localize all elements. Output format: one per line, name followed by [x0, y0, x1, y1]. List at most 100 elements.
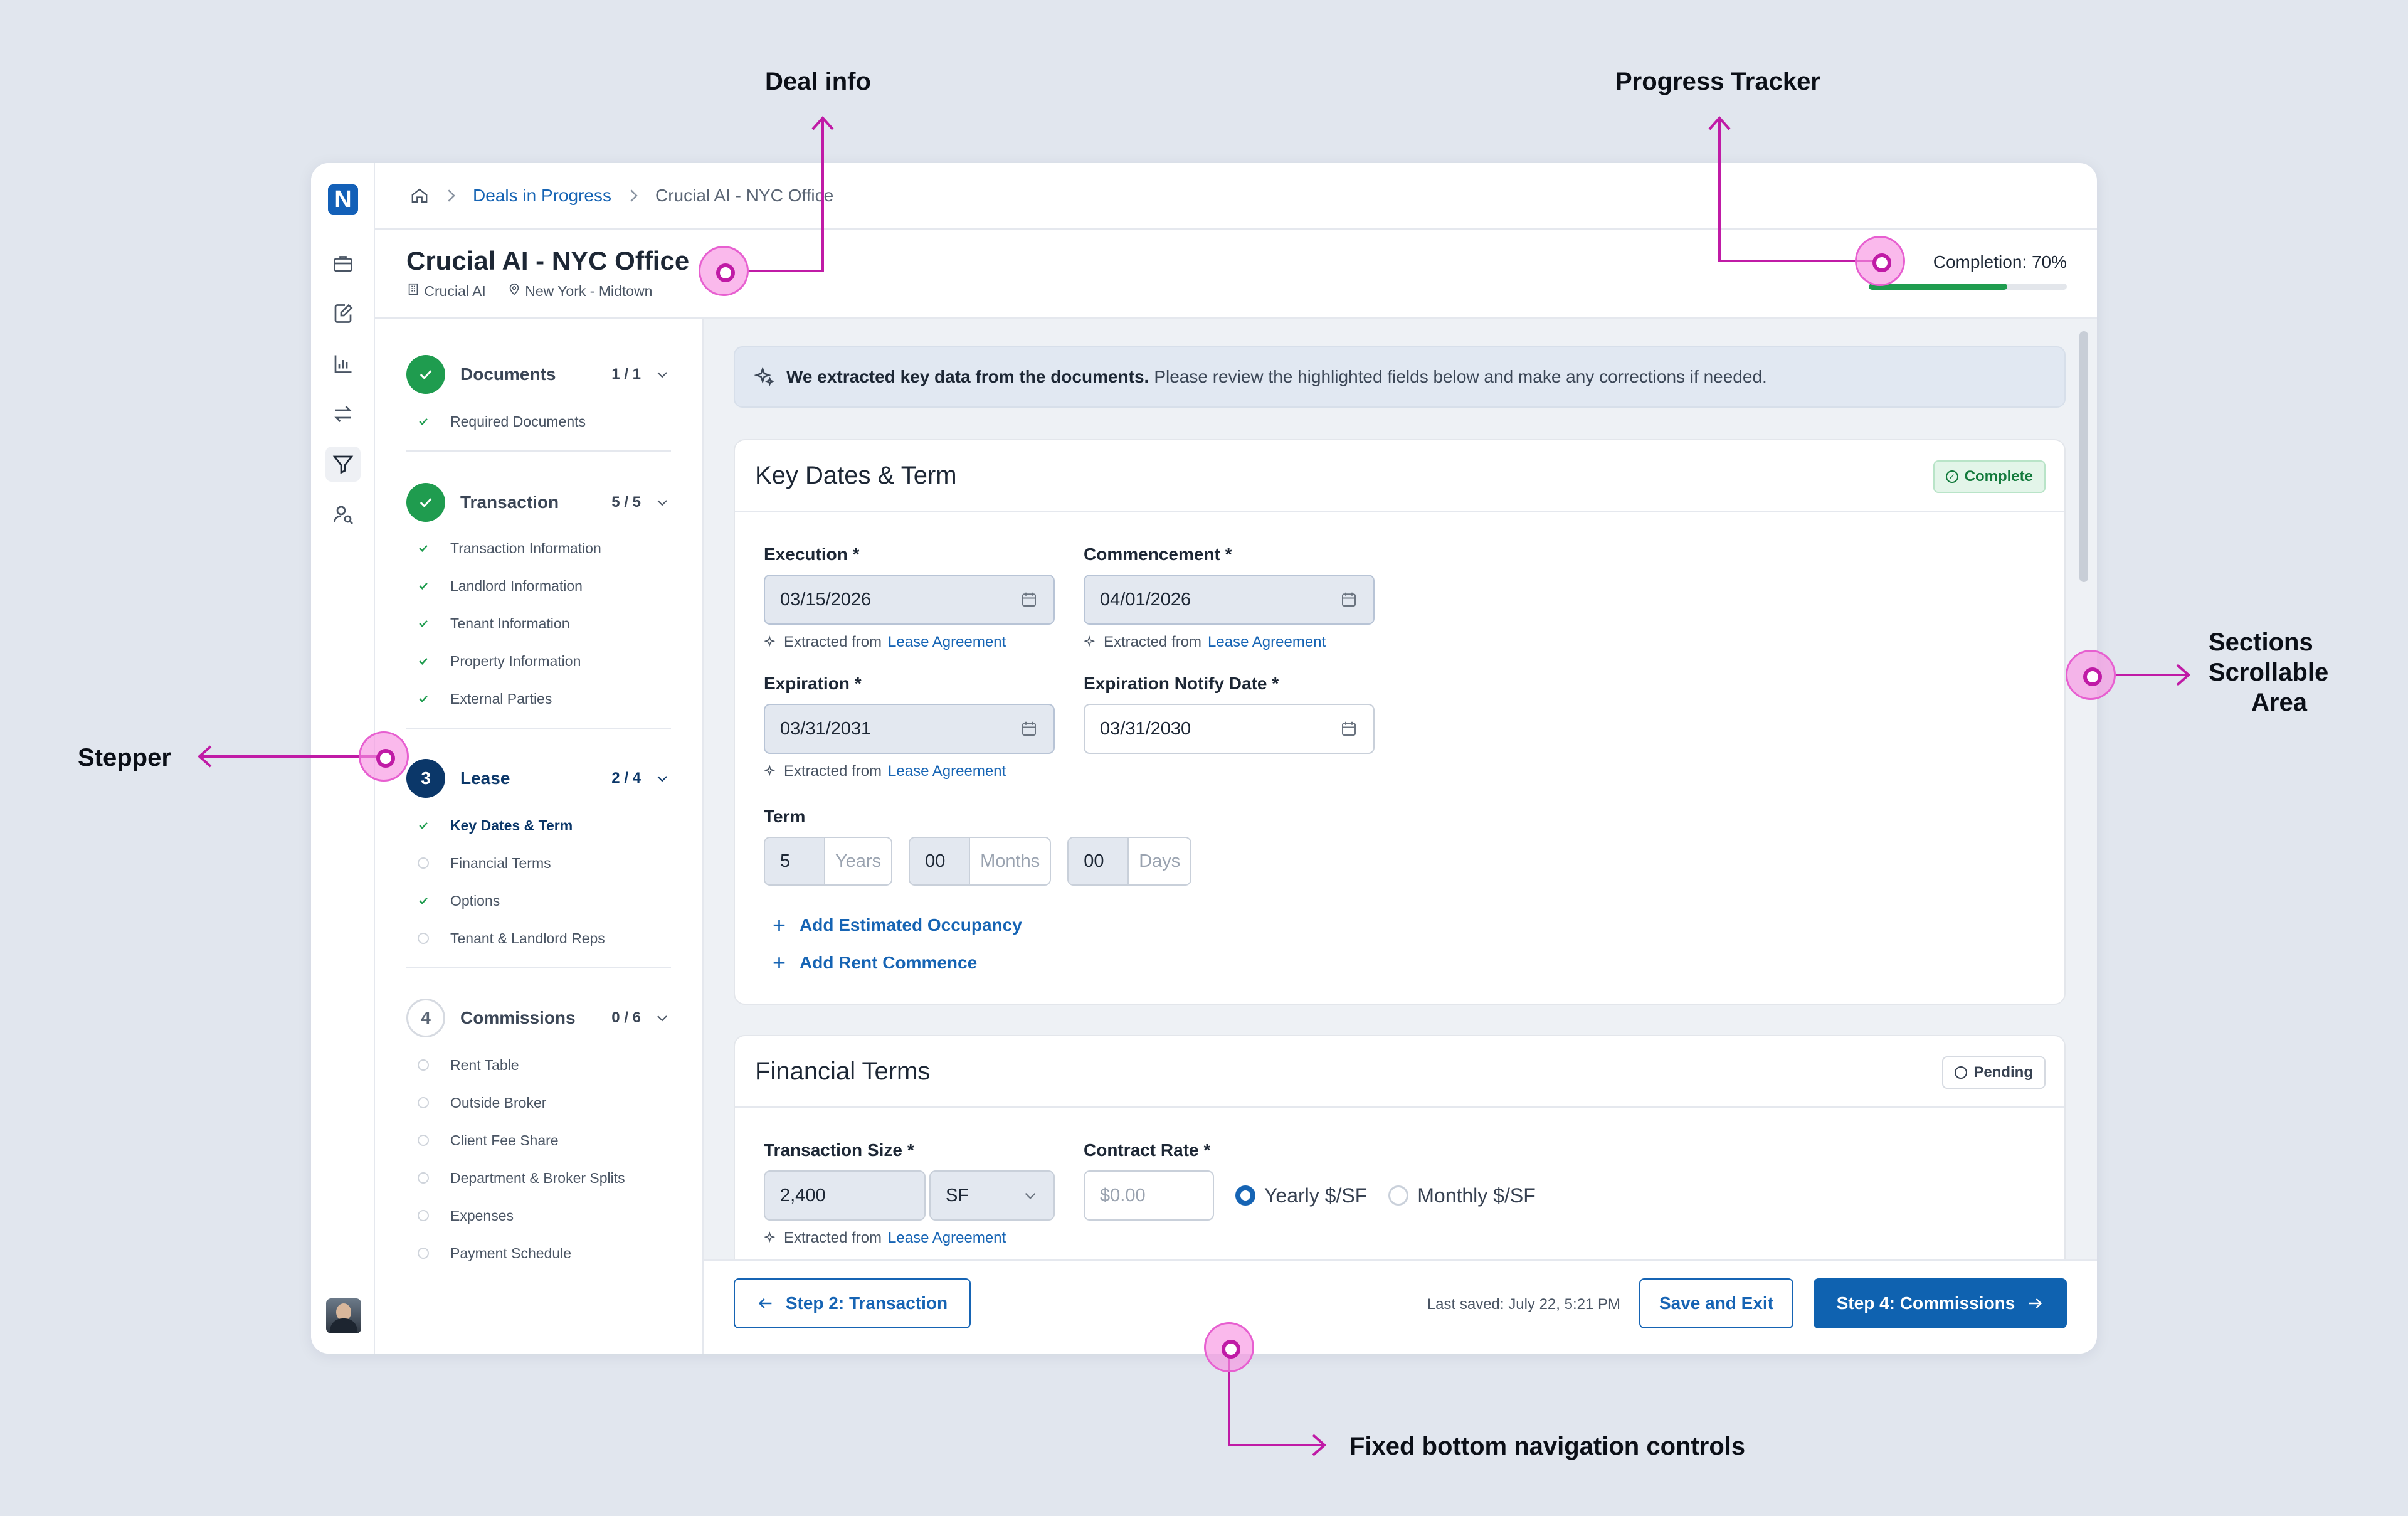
divider [406, 728, 671, 729]
expiration-notify-date-input[interactable]: 03/31/2030 [1084, 704, 1375, 754]
annotation-deal-info: Deal info [765, 68, 871, 95]
divider [406, 967, 671, 968]
term-value: 00 [1069, 838, 1129, 884]
transaction-size-input[interactable]: 2,400 [764, 1170, 926, 1221]
step-transaction[interactable]: Transaction 5 / 5 [406, 482, 670, 523]
app-logo[interactable]: N [328, 184, 358, 215]
size-unit-select[interactable]: SF [929, 1170, 1055, 1221]
completion-progress-bar [1869, 284, 2067, 290]
input-value: 03/31/2030 [1100, 718, 1191, 739]
substep-rent-table[interactable]: Rent Table [416, 1052, 519, 1078]
term-days-input[interactable]: 00 Days [1067, 837, 1192, 886]
add-estimated-occupancy-button[interactable]: + Add Estimated Occupancy [773, 912, 1022, 938]
select-value: SF [946, 1185, 969, 1206]
chevron-down-icon[interactable] [655, 367, 670, 382]
commencement-date-input[interactable]: 04/01/2026 [1084, 575, 1375, 625]
back-step-button[interactable]: Step 2: Transaction [734, 1278, 971, 1328]
bar-chart-icon[interactable] [325, 346, 361, 381]
empty-circle-icon [416, 1171, 430, 1185]
annotation-sections-line3: Area [2251, 689, 2307, 716]
step-title: Transaction [460, 492, 559, 512]
save-and-exit-button[interactable]: Save and Exit [1639, 1278, 1793, 1328]
substep-external-parties[interactable]: External Parties [416, 686, 552, 711]
extracted-source-link[interactable]: Lease Agreement [888, 633, 1006, 651]
sections-scroll-area[interactable]: We extracted key data from the documents… [704, 319, 2097, 1259]
input-placeholder: $0.00 [1100, 1185, 1146, 1206]
check-circle-icon [406, 483, 445, 522]
substep-payment-schedule[interactable]: Payment Schedule [416, 1241, 571, 1266]
execution-field: Execution * 03/15/2026 Extracted from Le… [764, 544, 1055, 651]
radio-yearly[interactable]: Yearly $/SF [1235, 1184, 1367, 1207]
step-lease[interactable]: 3 Lease 2 / 4 [406, 758, 670, 799]
filter-icon[interactable] [325, 447, 361, 482]
status-badge: Pending [1942, 1056, 2046, 1089]
substep-outside-broker[interactable]: Outside Broker [416, 1090, 546, 1115]
substep-financial-terms[interactable]: Financial Terms [416, 851, 551, 876]
execution-date-input[interactable]: 03/15/2026 [764, 575, 1055, 625]
avatar[interactable] [326, 1298, 361, 1333]
substep-label: Property Information [450, 652, 581, 669]
substep-client-fee-share[interactable]: Client Fee Share [416, 1128, 559, 1153]
empty-circle-icon [416, 1246, 430, 1260]
briefcase-icon[interactable] [325, 246, 361, 281]
chevron-down-icon[interactable] [655, 771, 670, 786]
next-step-button[interactable]: Step 4: Commissions [1814, 1278, 2067, 1328]
chevron-down-icon[interactable] [655, 495, 670, 510]
contract-rate-row: $0.00 Yearly $/SF Monthly $/SF [1084, 1170, 1560, 1221]
radio-monthly[interactable]: Monthly $/SF [1388, 1184, 1536, 1207]
extracted-source-link[interactable]: Lease Agreement [888, 763, 1006, 780]
deal-header: Crucial AI - NYC Office Crucial AI New Y… [375, 230, 2097, 319]
add-rent-commence-button[interactable]: + Add Rent Commence [773, 950, 977, 976]
expiration-notify-field: Expiration Notify Date * 03/31/2030 [1084, 674, 1375, 754]
step-documents[interactable]: Documents 1 / 1 [406, 354, 670, 395]
card-title: Financial Terms [755, 1057, 931, 1085]
substep-tenant-information[interactable]: Tenant Information [416, 611, 570, 636]
step-title: Lease [460, 768, 510, 788]
deal-location: New York - Midtown [507, 282, 653, 300]
extracted-note: Extracted from Lease Agreement [764, 633, 1055, 651]
term-months-input[interactable]: 00 Months [909, 837, 1052, 886]
check-circle-icon [406, 355, 445, 394]
substep-tenant-landlord-reps[interactable]: Tenant & Landlord Reps [416, 926, 605, 951]
substep-transaction-information[interactable]: Transaction Information [416, 536, 601, 561]
empty-circle-icon [416, 1209, 430, 1222]
substep-key-dates-term[interactable]: Key Dates & Term [416, 813, 573, 838]
edit-document-icon[interactable] [325, 296, 361, 331]
radio-label: Monthly $/SF [1417, 1184, 1536, 1207]
empty-circle-icon [416, 1058, 430, 1072]
breadcrumb-deals-in-progress[interactable]: Deals in Progress [473, 186, 611, 206]
deal-title: Crucial AI - NYC Office [406, 246, 690, 275]
calendar-icon[interactable] [1339, 719, 1358, 738]
home-icon[interactable] [410, 186, 429, 205]
plus-icon: + [773, 950, 786, 975]
contract-rate-input[interactable]: $0.00 [1084, 1170, 1214, 1221]
extracted-source-link[interactable]: Lease Agreement [888, 1229, 1006, 1247]
extracted-source-link[interactable]: Lease Agreement [1208, 633, 1326, 651]
substep-label: Landlord Information [450, 577, 583, 594]
substep-options[interactable]: Options [416, 888, 500, 913]
extracted-note: Extracted from Lease Agreement [764, 1229, 1055, 1247]
step-commissions[interactable]: 4 Commissions 0 / 6 [406, 997, 670, 1039]
scrollbar[interactable] [2079, 331, 2088, 582]
annotation-bottom-nav: Fixed bottom navigation controls [1349, 1433, 1746, 1460]
radio-selected-icon [1235, 1185, 1255, 1206]
field-label: Expiration Notify Date * [1084, 674, 1279, 693]
chevron-down-icon[interactable] [655, 1010, 670, 1026]
check-icon [416, 692, 430, 706]
transfer-arrows-icon[interactable] [325, 396, 361, 432]
expiration-date-input[interactable]: 03/31/2031 [764, 704, 1055, 754]
substep-property-information[interactable]: Property Information [416, 649, 581, 674]
field-label: Expiration * [764, 674, 862, 693]
calendar-icon[interactable] [1020, 590, 1038, 609]
substep-department-broker-splits[interactable]: Department & Broker Splits [416, 1165, 625, 1190]
substep-landlord-information[interactable]: Landlord Information [416, 573, 583, 598]
term-years-input[interactable]: 5 Years [764, 837, 893, 886]
user-search-icon[interactable] [325, 497, 361, 532]
calendar-icon[interactable] [1020, 719, 1038, 738]
calendar-icon[interactable] [1339, 590, 1358, 609]
substep-label: Client Fee Share [450, 1132, 559, 1148]
deal-location-name: New York - Midtown [525, 283, 653, 299]
substep-required-documents[interactable]: Required Documents [416, 409, 586, 434]
button-label: Step 2: Transaction [785, 1293, 948, 1313]
substep-expenses[interactable]: Expenses [416, 1203, 514, 1228]
